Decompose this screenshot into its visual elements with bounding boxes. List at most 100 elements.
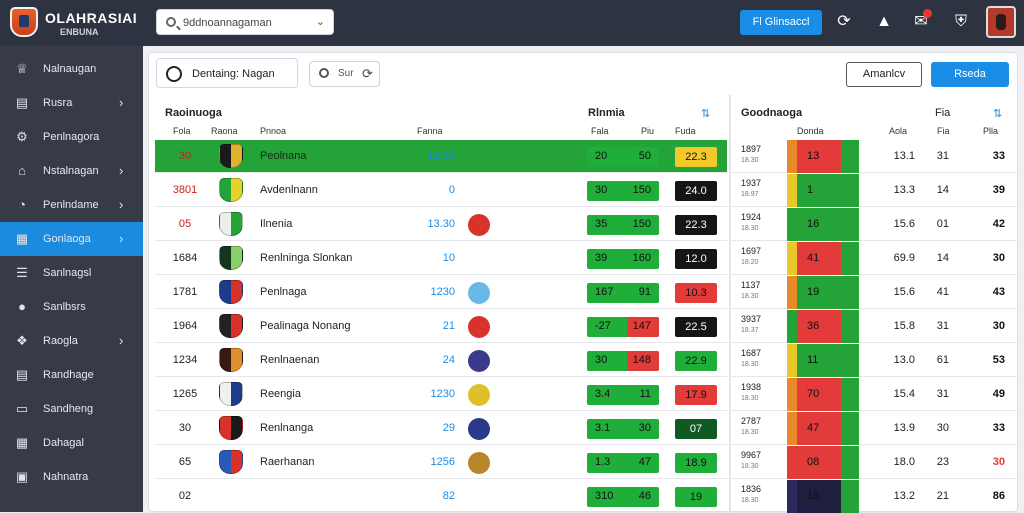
stat-a: 13.9 — [893, 422, 915, 434]
pin-icon[interactable]: ▲ — [874, 12, 894, 32]
form-value: 19 — [807, 286, 820, 298]
refresh-icon[interactable]: ⟳ — [362, 66, 373, 82]
club-logo-icon[interactable] — [10, 7, 38, 37]
table-row[interactable]: 65 Raerhanan 1256 1.3 47 18.9 — [155, 446, 727, 479]
rank-cell: 30 — [178, 150, 192, 162]
sidebar-item-sandheng[interactable]: ▭ Sandheng — [0, 392, 143, 426]
stat-a: 15.4 — [893, 388, 915, 400]
fixture-row[interactable]: 1897 18.30 13 13.1 31 33 — [731, 140, 1017, 173]
form-strip — [787, 446, 797, 479]
fixture-date: 1687 18.30 — [741, 348, 761, 370]
fixtures-title: Goodnaoga — [741, 107, 803, 119]
table-row[interactable]: 3801 Avdenlnann 0 30 150 24.0 — [155, 174, 727, 207]
user-avatar[interactable] — [986, 6, 1016, 38]
fixture-row[interactable]: 1938 18.30 70 15.4 31 49 — [731, 378, 1017, 411]
sidebar-item-gonlaoga[interactable]: ▦ Gonlaoga › — [0, 222, 143, 256]
sort-icon[interactable]: ⇅ — [993, 107, 1002, 120]
search-icon — [319, 68, 329, 78]
refresh-icon[interactable]: ⟳ — [834, 12, 854, 32]
sidebar-item-nahnatra[interactable]: ▣ Nahnatra — [0, 460, 143, 494]
rating-pill: 19 — [675, 487, 717, 507]
fixture-date-main: 9967 — [741, 450, 762, 460]
team-name[interactable]: Raerhanan — [260, 456, 314, 468]
table-row[interactable]: 02 82 310 46 19 — [155, 480, 727, 513]
rating-pill: 22.9 — [675, 351, 717, 371]
form-strip — [787, 208, 797, 241]
table-row[interactable]: 30 Peolnana 13.30 20 50 22.3 — [155, 140, 727, 173]
table-row[interactable]: 1234 Renlnaenan 24 30 148 22.9 — [155, 344, 727, 377]
filter-box[interactable]: Sur ⟳ — [309, 61, 380, 87]
standings-table: Raoinuoga Fola Raona Pnnoa Fanna Rlnmia … — [155, 95, 727, 513]
fixture-date: 2787 18.30 — [741, 416, 761, 438]
sidebar-item-sanlnagsl[interactable]: ☰ Sanlnagsl — [0, 256, 143, 290]
sidebar-item-raogla[interactable]: ❖ Raogla › — [0, 324, 143, 358]
chevron-down-icon[interactable]: ⌄ — [316, 15, 325, 28]
rank-cell: 05 — [178, 218, 192, 230]
value-cell: 10 — [442, 252, 455, 264]
table-row[interactable]: 1684 Renlninga Slonkan 10 39 160 12.0 — [155, 242, 727, 275]
tab-main[interactable]: Dentaing: Nagan — [156, 58, 298, 88]
fixture-date-sub: 18.30 — [741, 463, 759, 470]
score-left: 167 — [595, 286, 614, 298]
secondary-button[interactable]: Amanlcv — [846, 62, 922, 87]
value-cell: 82 — [442, 490, 455, 502]
team-name[interactable]: Penlnaga — [260, 286, 307, 298]
sidebar-item-penlndame[interactable]: ◔ Penlndame › — [0, 188, 143, 222]
sidebar-item-nalnaugan[interactable]: ♕ Nalnaugan — [0, 52, 143, 86]
form-strip — [787, 242, 797, 275]
value-cell: 1230 — [430, 388, 455, 400]
team-name[interactable]: Peolnana — [260, 150, 307, 162]
sidebar-item-penlnagora[interactable]: ⚙ Penlnagora — [0, 120, 143, 154]
table-row[interactable]: 1265 Reengia 1230 3.4 11 17.9 — [155, 378, 727, 411]
sidebar-item-label: Nstalnagan — [43, 165, 99, 177]
fixture-row[interactable]: 2787 18.30 47 13.9 30 33 — [731, 412, 1017, 445]
form-value: 16 — [807, 218, 820, 230]
team-crest-icon — [219, 314, 243, 338]
sidebar-item-label: Sandheng — [43, 403, 94, 415]
table-row[interactable]: 05 Ilnenia 13.30 35 150 22.3 — [155, 208, 727, 241]
form-value: 70 — [807, 388, 820, 400]
team-name[interactable]: Renlninga Slonkan — [260, 252, 352, 264]
shield-icon[interactable]: ⛨ — [951, 12, 971, 32]
stat-b: 14 — [936, 184, 949, 196]
fixture-row[interactable]: 3937 18.37 36 15.8 31 30 — [731, 310, 1017, 343]
team-name[interactable]: Renlnaenan — [260, 354, 319, 366]
fixture-row[interactable]: 1924 18.30 16 15.6 01 42 — [731, 208, 1017, 241]
team-name[interactable]: Renlnanga — [260, 422, 313, 434]
fixture-date: 1937 18.97 — [741, 178, 761, 200]
team-name[interactable]: Avdenlnann — [260, 184, 318, 196]
table-row[interactable]: 1781 Penlnaga 1230 167 91 10.3 — [155, 276, 727, 309]
fixture-row[interactable]: 1836 18.30 16 13.2 21 86 — [731, 480, 1017, 513]
primary-button[interactable]: Rseda — [931, 62, 1009, 87]
score-left: 1.3 — [595, 456, 611, 468]
fixture-row[interactable]: 9967 18.30 08 18.0 23 30 — [731, 446, 1017, 479]
fixture-row[interactable]: 1137 18.30 19 15.6 41 43 — [731, 276, 1017, 309]
sidebar-item-nstalnagan[interactable]: ⌂ Nstalnagan › — [0, 154, 143, 188]
chevron-right-icon: › — [119, 333, 124, 348]
fixture-row[interactable]: 1687 18.30 11 13.0 61 53 — [731, 344, 1017, 377]
sidebar-item-dahagal[interactable]: ▦ Dahagal — [0, 426, 143, 460]
top-action-button[interactable]: Fl Glinsaccl — [740, 10, 822, 35]
sidebar-item-sanlbsrs[interactable]: ● Sanlbsrs — [0, 290, 143, 324]
team-name[interactable]: Reengia — [260, 388, 301, 400]
col-header: Fia — [935, 107, 951, 119]
search-box[interactable]: ⌄ — [156, 9, 334, 35]
team-name[interactable]: Ilnenia — [260, 218, 292, 230]
fixture-row[interactable]: 1697 18.20 41 69.9 14 30 — [731, 242, 1017, 275]
table-row[interactable]: 1964 Pealinaga Nonang 21 -27 147 22.5 — [155, 310, 727, 343]
team-name[interactable]: Pealinaga Nonang — [260, 320, 351, 332]
fixture-date-main: 1137 — [741, 280, 761, 290]
sidebar-item-randhage[interactable]: ▤ Randhage — [0, 358, 143, 392]
search-input[interactable] — [183, 14, 313, 32]
form-cell: 13 — [797, 140, 859, 173]
stat-a: 13.2 — [893, 490, 915, 502]
table-row[interactable]: 30 Renlnanga 29 3.1 30 07 — [155, 412, 727, 445]
fixture-row[interactable]: 1937 18.97 1 13.3 14 39 — [731, 174, 1017, 207]
sidebar-item-rusra[interactable]: ▤ Rusra › — [0, 86, 143, 120]
sort-icon[interactable]: ⇅ — [701, 107, 710, 120]
stat-c: 30 — [992, 252, 1005, 264]
sidebar-item-label: Sanlbsrs — [43, 301, 86, 313]
target-icon — [166, 66, 182, 82]
form-cell: 16 — [797, 208, 859, 241]
col-header: Donda — [797, 126, 824, 136]
